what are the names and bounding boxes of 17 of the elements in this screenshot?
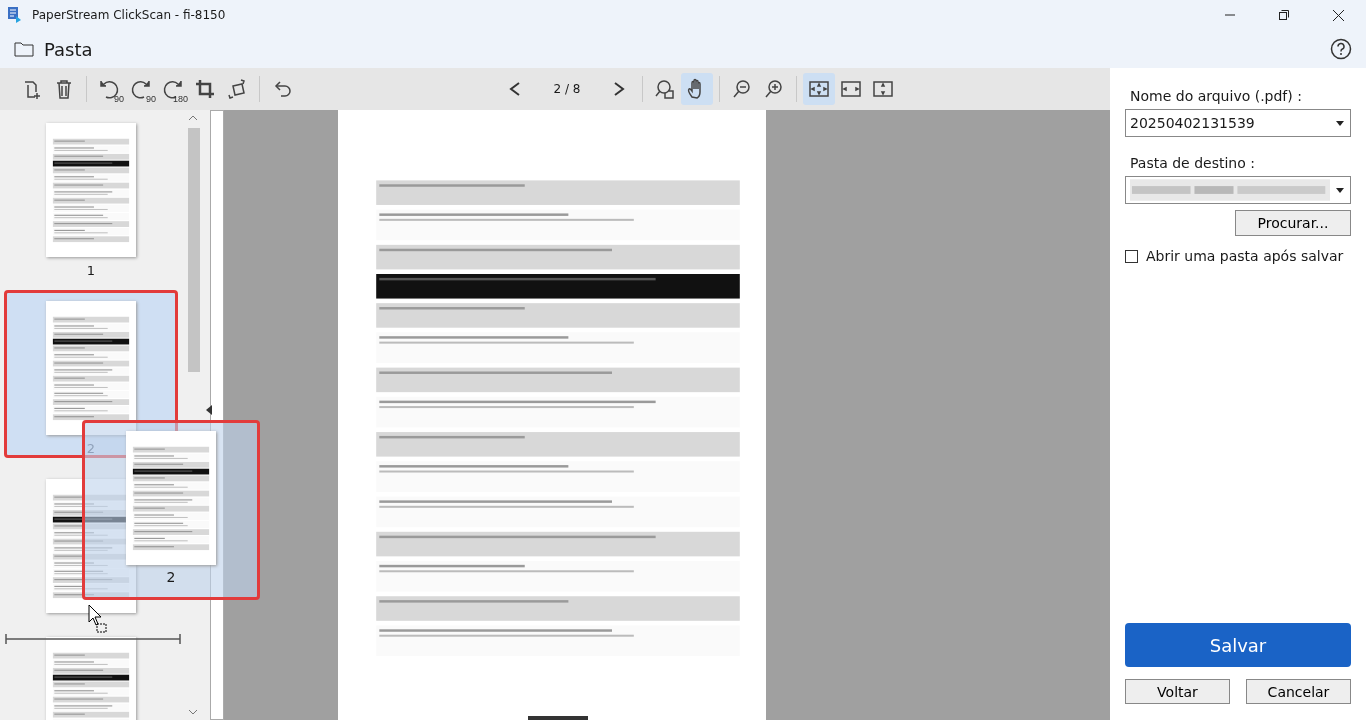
rotate-right-button[interactable]: 90: [125, 73, 157, 105]
page-number: 1: [86, 263, 96, 278]
rotate-left-button[interactable]: 90: [93, 73, 125, 105]
file-name-field[interactable]: 20250402131539: [1125, 109, 1351, 137]
file-name-label: Nome do arquivo (.pdf) :: [1130, 88, 1303, 104]
rotate-right-button[interactable]: 180: [157, 73, 189, 105]
page-number: 2: [166, 569, 176, 585]
page-indicator: 2 / 8: [552, 82, 582, 96]
checkbox-label: Abrir uma pasta após salvar: [1146, 248, 1344, 264]
back-button[interactable]: Voltar: [1125, 679, 1230, 704]
window-title: PaperStream ClickScan - fi-8150: [32, 8, 226, 22]
page-title: Pasta: [44, 38, 93, 60]
browse-button[interactable]: Procurar...: [1235, 210, 1351, 236]
folder-label: Pasta de destino :: [1130, 155, 1256, 171]
save-button[interactable]: Salvar: [1125, 623, 1351, 667]
cancel-button[interactable]: Cancelar: [1246, 679, 1351, 704]
thumbnail-item[interactable]: 1: [43, 112, 139, 280]
